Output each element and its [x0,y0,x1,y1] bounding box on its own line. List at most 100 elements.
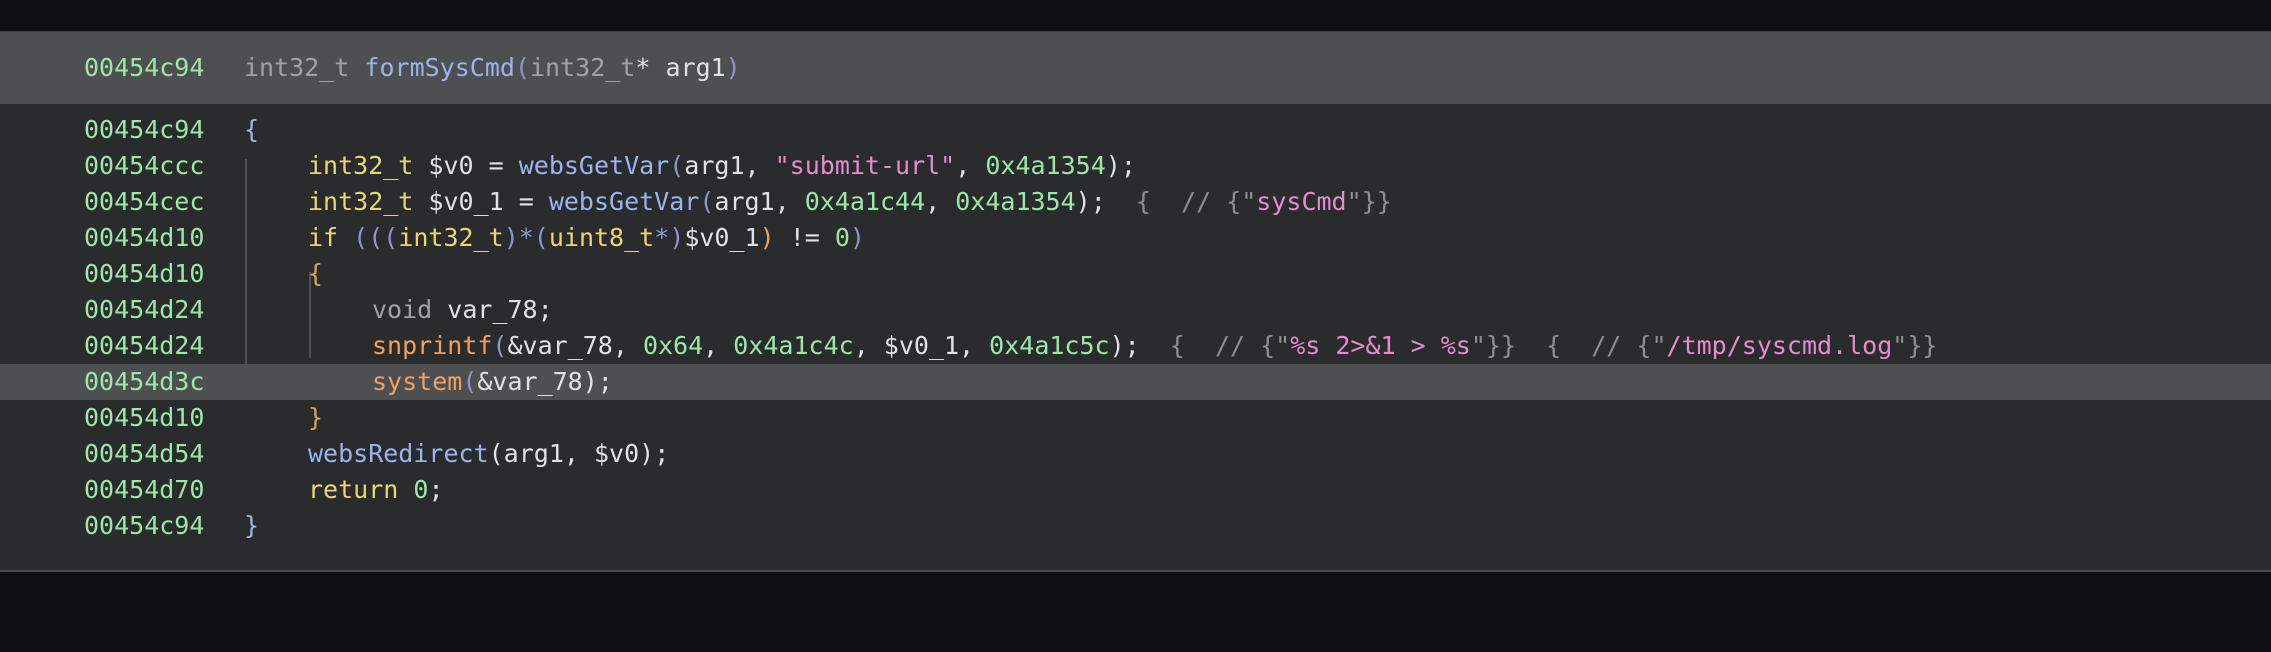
function-header[interactable]: 00454c94 int32_t formSysCmd(int32_t* arg… [0,32,2271,104]
line-code: websRedirect(arg1, $v0); [308,436,669,472]
line-code: } [244,508,259,544]
line-address: 00454d24 [84,331,205,360]
line-address: 00454c94 [84,115,205,144]
paren-token: )*( [503,223,549,252]
call-websRedirect[interactable]: websRedirect [308,439,489,468]
line-address: 00454d10 [84,403,205,432]
comment-suffix: "}} [1346,187,1392,216]
var-token: $v0_1 [684,223,760,252]
line-code: if (((int32_t)*(uint8_t*)$v0_1) != 0) [308,220,865,256]
code-line[interactable]: 00454cec int32_t $v0_1 = websGetVar(arg1… [0,184,2271,220]
line-address: 00454c94 [84,511,205,540]
var-token: $v0_1 = [413,187,549,216]
line-code: return 0; [308,472,444,508]
return-type: int32_t [244,53,350,82]
number-token[interactable]: 0x4a1c5c [989,331,1109,360]
param-rest: * arg1 [635,53,726,82]
comment-string: sysCmd [1256,187,1347,216]
number-token[interactable]: 0x4a1354 [985,151,1105,180]
line-code: { [244,112,259,148]
call-websGetVar[interactable]: websGetVar [549,187,700,216]
line-code: int32_t $v0_1 = websGetVar(arg1, 0x4a1c4… [308,184,1392,220]
call-websGetVar[interactable]: websGetVar [519,151,670,180]
arg-token: , $v0_1, [853,331,990,360]
code-line[interactable]: 00454ccc int32_t $v0 = websGetVar(arg1, … [0,148,2271,184]
comment-string: %s 2>&1 > %s [1290,331,1471,360]
code-line[interactable]: 00454d54 websRedirect(arg1, $v0); [0,436,2271,472]
number-token[interactable]: 0x4a1c44 [805,187,925,216]
paren-token: *) [654,223,685,252]
var-token: var_78; [432,295,553,324]
line-code: } [308,400,323,436]
number-token[interactable]: 0x64 [643,331,703,360]
line-code: int32_t $v0 = websGetVar(arg1, "submit-u… [308,148,1136,184]
line-address: 00454d70 [84,475,205,504]
arg-token: (arg1, $v0); [488,439,670,468]
paren-token: ) [759,223,775,252]
paren-token: ( [669,151,685,180]
number-token[interactable]: 0x4a1354 [955,187,1075,216]
comment-suffix: "}} [1470,331,1516,360]
keyword-if: if [308,223,339,252]
function-signature-line[interactable]: 00454c94 int32_t formSysCmd(int32_t* arg… [0,50,2271,86]
type-token: int32_t [308,151,414,180]
line-address: 00454d54 [84,439,205,468]
paren-token: ( [699,187,715,216]
number-token[interactable]: 0 [835,223,850,252]
paren-token: ((( [353,223,399,252]
decompiler-view: 00454c94 int32_t formSysCmd(int32_t* arg… [0,0,2271,594]
operator-token: != [774,223,835,252]
number-token[interactable]: 0x4a1c4c [733,331,853,360]
comment-prefix: { // {" [1139,331,1291,360]
line-code: void var_78; [372,292,553,328]
line-address: 00454ccc [84,151,205,180]
code-line[interactable]: 00454c94 } [0,508,2271,544]
open-paren: ( [514,53,530,82]
function-signature: int32_t formSysCmd(int32_t* arg1) [244,50,741,86]
code-line[interactable]: 00454c94 { [0,112,2271,148]
close-paren: ) [725,53,741,82]
function-address: 00454c94 [84,53,205,82]
close-brace: } [244,511,260,540]
code-line[interactable]: 00454d24 snprintf(&var_78, 0x64, 0x4a1c4… [0,328,2271,364]
type-token: uint8_t [548,223,655,252]
paren-token: ( [492,331,508,360]
line-address: 00454d24 [84,295,205,324]
string-token: "submit-url" [774,151,956,180]
number-token[interactable]: 0 [413,475,428,504]
code-line-selected[interactable]: 00454d3c system(&var_78); [0,364,2271,400]
code-panel[interactable]: 00454c94 int32_t formSysCmd(int32_t* arg… [0,31,2271,572]
end-token: ); [582,367,613,396]
close-brace: } [308,403,324,432]
open-brace: { [244,115,260,144]
sep-token: , [955,151,986,180]
comment-prefix: { // {" [1105,187,1257,216]
sep-token: , [703,331,734,360]
arg-token: arg1, [684,151,775,180]
type-token: int32_t [308,187,414,216]
line-address: 00454d3c [84,367,205,396]
end-token: ; [428,475,444,504]
end-token: ); [1109,331,1140,360]
arg-token: &var_78, [507,331,643,360]
function-name[interactable]: formSysCmd [364,53,515,82]
code-line[interactable]: 00454d70 return 0; [0,472,2271,508]
comment-suffix: "}} [1892,331,1938,360]
code-line[interactable]: 00454d10 } [0,400,2271,436]
arg-token: &var_78 [477,367,583,396]
line-code: snprintf(&var_78, 0x64, 0x4a1c4c, $v0_1,… [372,328,1937,364]
paren-token: ) [849,223,865,252]
line-address: 00454d10 [84,259,205,288]
line-address: 00454cec [84,187,205,216]
line-code: system(&var_78); [372,364,613,400]
arg-token: arg1, [714,187,805,216]
open-brace: { [308,259,324,288]
code-line[interactable]: 00454d10 { [0,256,2271,292]
code-line[interactable]: 00454d10 if (((int32_t)*(uint8_t*)$v0_1)… [0,220,2271,256]
code-line[interactable]: 00454d24 void var_78; [0,292,2271,328]
call-system[interactable]: system [372,367,462,396]
call-snprintf[interactable]: snprintf [372,331,492,360]
type-token: int32_t [398,223,504,252]
